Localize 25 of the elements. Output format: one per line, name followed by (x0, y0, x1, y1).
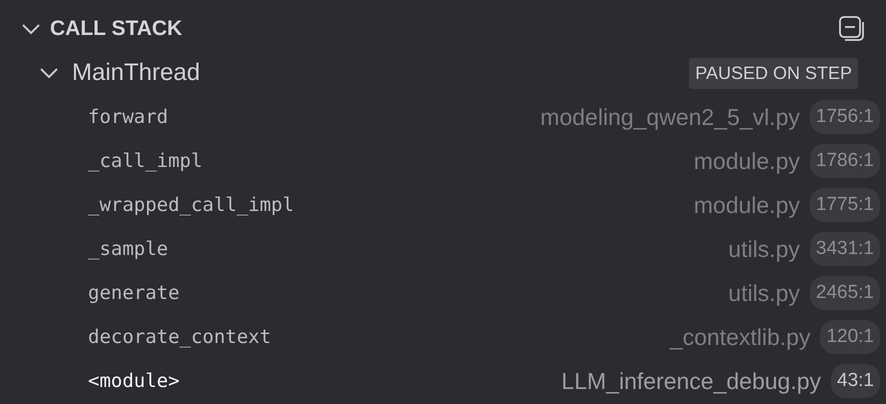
function-name[interactable]: _sample (88, 234, 168, 264)
function-name[interactable]: <module> (88, 366, 180, 396)
line-badge: 1775:1 (810, 188, 880, 222)
line-badge: 1786:1 (810, 144, 880, 178)
line-badge: 3431:1 (810, 232, 880, 266)
function-name[interactable]: forward (88, 102, 168, 132)
line-badge: 43:1 (831, 364, 880, 398)
function-name[interactable]: _call_impl (88, 146, 202, 176)
file-name: modeling_qwen2_5_vl.py (540, 102, 800, 132)
file-name: LLM_inference_debug.py (561, 366, 822, 396)
file-name: utils.py (728, 278, 800, 308)
function-name[interactable]: decorate_context (88, 322, 272, 352)
line-badge: 1756:1 (810, 100, 880, 134)
file-name: _contextlib.py (670, 322, 810, 352)
file-name: utils.py (728, 234, 800, 264)
line-badge: 120:1 (820, 320, 880, 354)
collapse-all-icon[interactable] (838, 15, 866, 43)
function-name[interactable]: generate (88, 278, 180, 308)
function-name[interactable]: _wrapped_call_impl (88, 190, 294, 220)
line-badge: 2465:1 (810, 276, 880, 310)
thread-name[interactable]: MainThread (72, 55, 200, 91)
status-label: PAUSED ON STEP (689, 58, 858, 88)
file-name: module.py (694, 190, 800, 220)
file-name: module.py (694, 146, 800, 176)
section-title: CALL STACK (50, 16, 182, 42)
